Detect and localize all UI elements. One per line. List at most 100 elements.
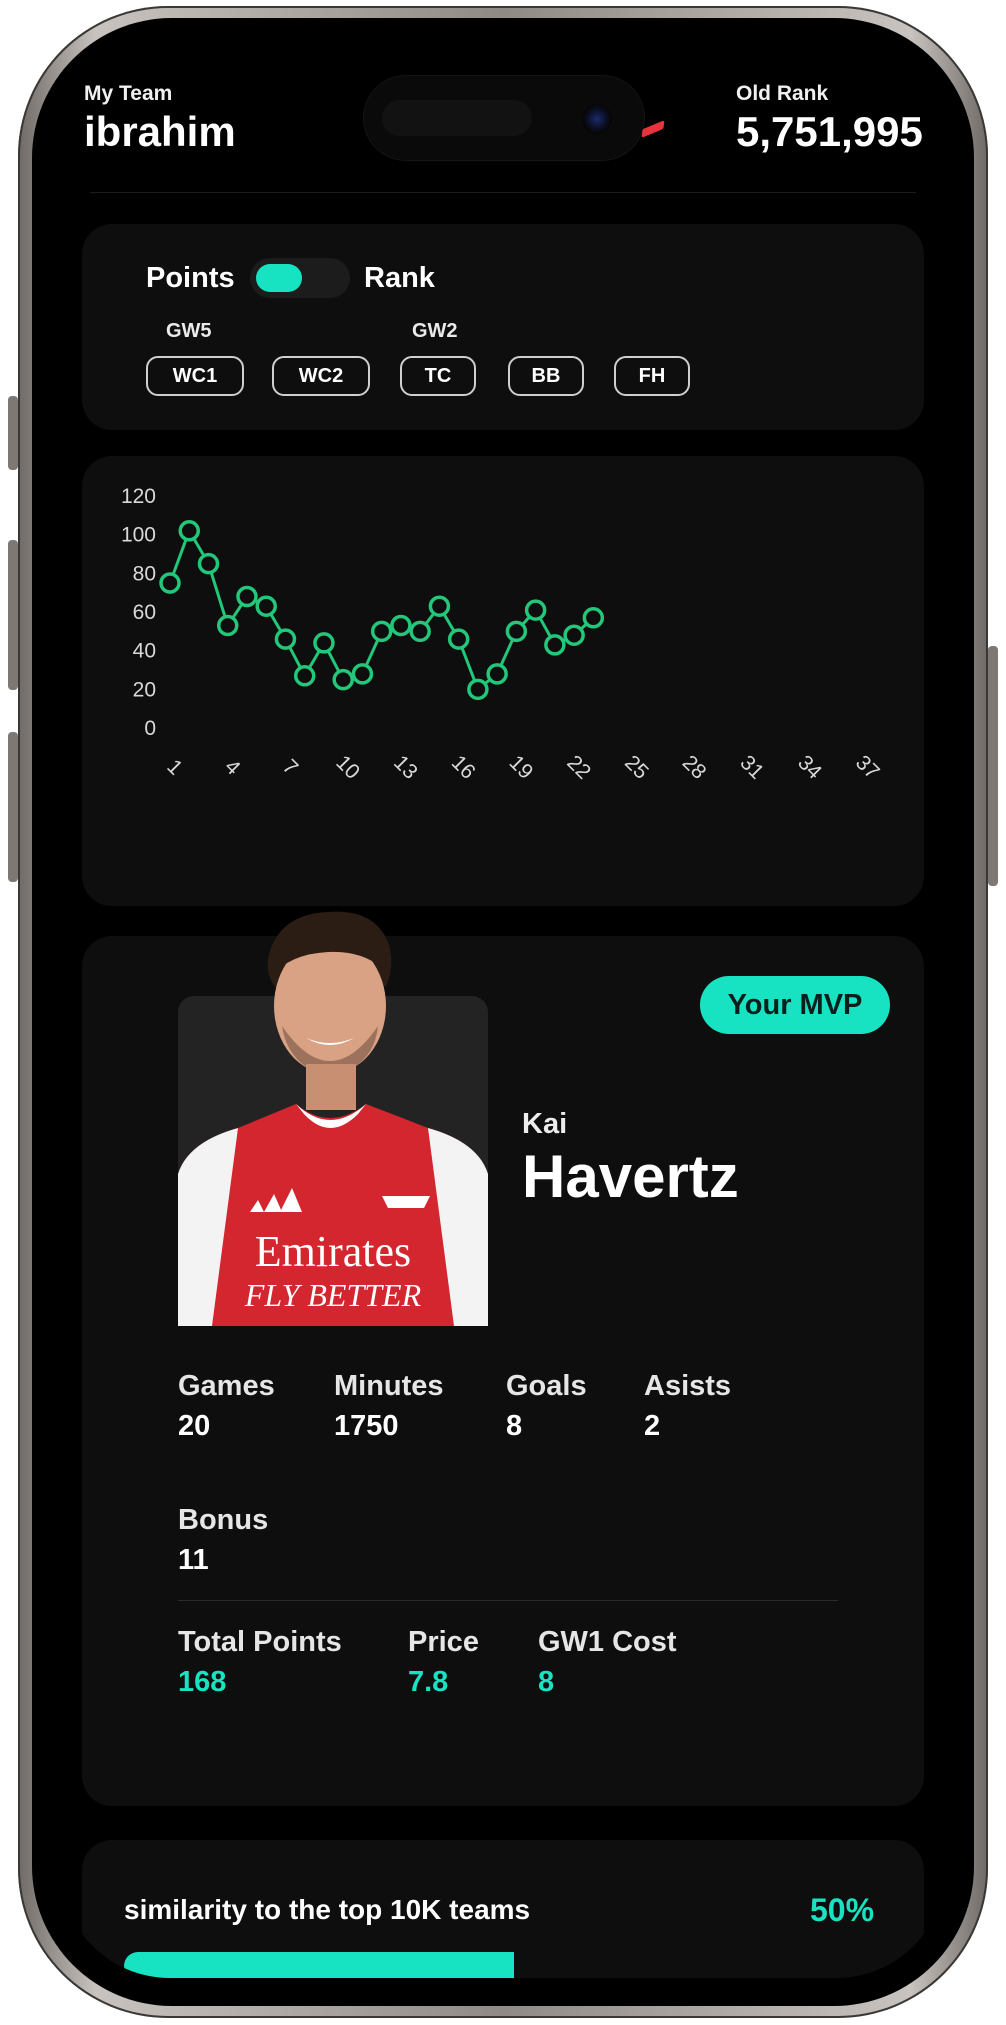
team-label: My Team <box>84 82 173 105</box>
points-line-chart: 0 20 40 60 80 100 120 1 4 7 10 13 16 19 22 25 28 31 34 37 <box>121 485 884 784</box>
data-point[interactable] <box>447 628 470 650</box>
x-tick-label: 19 <box>505 751 538 784</box>
x-tick-label: 4 <box>220 755 245 780</box>
points-chart-card: 0 20 40 60 80 100 120 1 4 7 10 13 16 19 22 25 28 31 34 37 <box>82 456 924 906</box>
your-mvp-badge: Your MVP <box>700 976 890 1034</box>
stat-label-minutes: Minutes <box>334 1370 444 1402</box>
camera-lens-icon <box>582 104 612 134</box>
power-button <box>988 646 998 886</box>
data-point[interactable] <box>582 607 605 629</box>
data-point[interactable] <box>486 663 508 685</box>
data-point[interactable] <box>505 620 528 643</box>
island-pill <box>382 100 532 136</box>
toggle-label-rank[interactable]: Rank <box>364 262 435 295</box>
data-point[interactable] <box>370 620 393 643</box>
stat-label-price: Price <box>408 1626 479 1658</box>
data-point[interactable] <box>236 585 258 608</box>
stat-value-goals: 8 <box>506 1410 523 1442</box>
y-tick-label: 20 <box>133 678 156 701</box>
stat-value-price: 7.8 <box>408 1666 449 1698</box>
y-tick-label: 100 <box>121 524 156 547</box>
x-tick-label: 10 <box>331 751 364 784</box>
data-point[interactable] <box>428 595 451 617</box>
stat-label-total-points: Total Points <box>178 1626 342 1658</box>
stat-value-total-points: 168 <box>178 1666 227 1698</box>
chip-wc1[interactable]: WC1 <box>146 356 244 396</box>
action-button <box>8 396 18 470</box>
data-point[interactable] <box>293 665 316 687</box>
similarity-label: similarity to the top 10K teams <box>124 1894 531 1925</box>
chip-wc2[interactable]: WC2 <box>272 356 370 396</box>
data-point[interactable] <box>197 552 220 575</box>
similarity-progress-fill <box>124 1952 514 1978</box>
data-point[interactable] <box>178 520 200 542</box>
data-point[interactable] <box>351 663 374 685</box>
app-screen: My Team ibrahim Old Rank 5,751,995 Point… <box>60 46 946 1978</box>
data-point[interactable] <box>332 668 354 691</box>
x-tick-label: 1 <box>162 755 187 780</box>
volume-up-button <box>8 540 18 690</box>
data-point[interactable] <box>313 632 335 654</box>
points-rank-toggle[interactable] <box>250 258 350 298</box>
chip-caption-wc1: GW5 <box>166 320 212 342</box>
player-photo: Emirates FLY BETTER <box>178 911 488 1326</box>
x-tick-label: 25 <box>620 751 653 784</box>
data-point[interactable] <box>390 614 412 637</box>
stat-label-games: Games <box>178 1370 275 1402</box>
shirt-slogan: FLY BETTER <box>244 1277 422 1313</box>
similarity-percent: 50% <box>810 1892 875 1928</box>
y-tick-label: 0 <box>144 717 156 740</box>
x-tick-label: 31 <box>736 751 769 784</box>
chip-controls-card: Points Rank GW5 GW2 WC1 WC2 TC BB FH <box>82 224 924 430</box>
stat-value-games: 20 <box>178 1410 211 1442</box>
similarity-card: similarity to the top 10K teams 50% <box>82 1840 924 1978</box>
x-tick-label: 7 <box>278 755 303 780</box>
data-point[interactable] <box>409 620 431 643</box>
stat-value-minutes: 1750 <box>334 1410 399 1442</box>
stats-divider <box>178 1600 838 1601</box>
data-point[interactable] <box>274 628 297 650</box>
stat-label-bonus: Bonus <box>178 1504 269 1536</box>
header-divider <box>90 192 916 193</box>
data-point[interactable] <box>216 614 239 637</box>
arsenal-crest-icon <box>382 1196 430 1208</box>
toggle-label-points[interactable]: Points <box>146 262 235 295</box>
team-name[interactable]: ibrahim <box>84 108 236 156</box>
rank-label: Old Rank <box>736 82 829 105</box>
toggle-knob <box>256 264 302 292</box>
stat-value-assists: 2 <box>644 1410 661 1442</box>
player-last-name: Havertz <box>522 1143 739 1210</box>
x-tick-label: 37 <box>851 751 884 784</box>
chip-bb[interactable]: BB <box>508 356 584 396</box>
data-point[interactable] <box>544 634 566 656</box>
similarity-progress-track <box>124 1952 904 1978</box>
chip-fh[interactable]: FH <box>614 356 690 396</box>
y-tick-label: 80 <box>133 562 156 585</box>
x-tick-label: 13 <box>389 751 422 784</box>
chip-caption-tc: GW2 <box>412 320 458 342</box>
data-point[interactable] <box>159 572 181 594</box>
stat-label-gw1-cost: GW1 Cost <box>538 1626 677 1658</box>
data-point[interactable] <box>563 624 585 646</box>
mvp-card: Emirates FLY BETTER Your MVP Kai Havertz… <box>82 911 924 1806</box>
player-neck <box>306 1064 356 1110</box>
data-point[interactable] <box>467 678 489 701</box>
stat-value-gw1-cost: 8 <box>538 1666 555 1698</box>
stat-label-assists: Asists <box>644 1370 732 1402</box>
y-tick-label: 60 <box>133 601 156 624</box>
recording-indicator-icon <box>641 120 665 138</box>
x-tick-label: 28 <box>678 751 711 784</box>
y-tick-label: 120 <box>121 485 156 508</box>
stat-value-bonus: 11 <box>178 1544 209 1576</box>
chip-tc[interactable]: TC <box>400 356 476 396</box>
dynamic-island <box>364 76 644 160</box>
y-tick-label: 40 <box>133 640 156 663</box>
data-point[interactable] <box>524 599 547 621</box>
player-first-name: Kai <box>522 1108 568 1140</box>
shirt-sponsor: Emirates <box>255 1227 411 1276</box>
x-tick-label: 16 <box>447 751 480 784</box>
data-point[interactable] <box>255 595 277 617</box>
volume-down-button <box>8 732 18 882</box>
rank-value: 5,751,995 <box>736 108 923 155</box>
x-tick-label: 34 <box>793 751 826 784</box>
